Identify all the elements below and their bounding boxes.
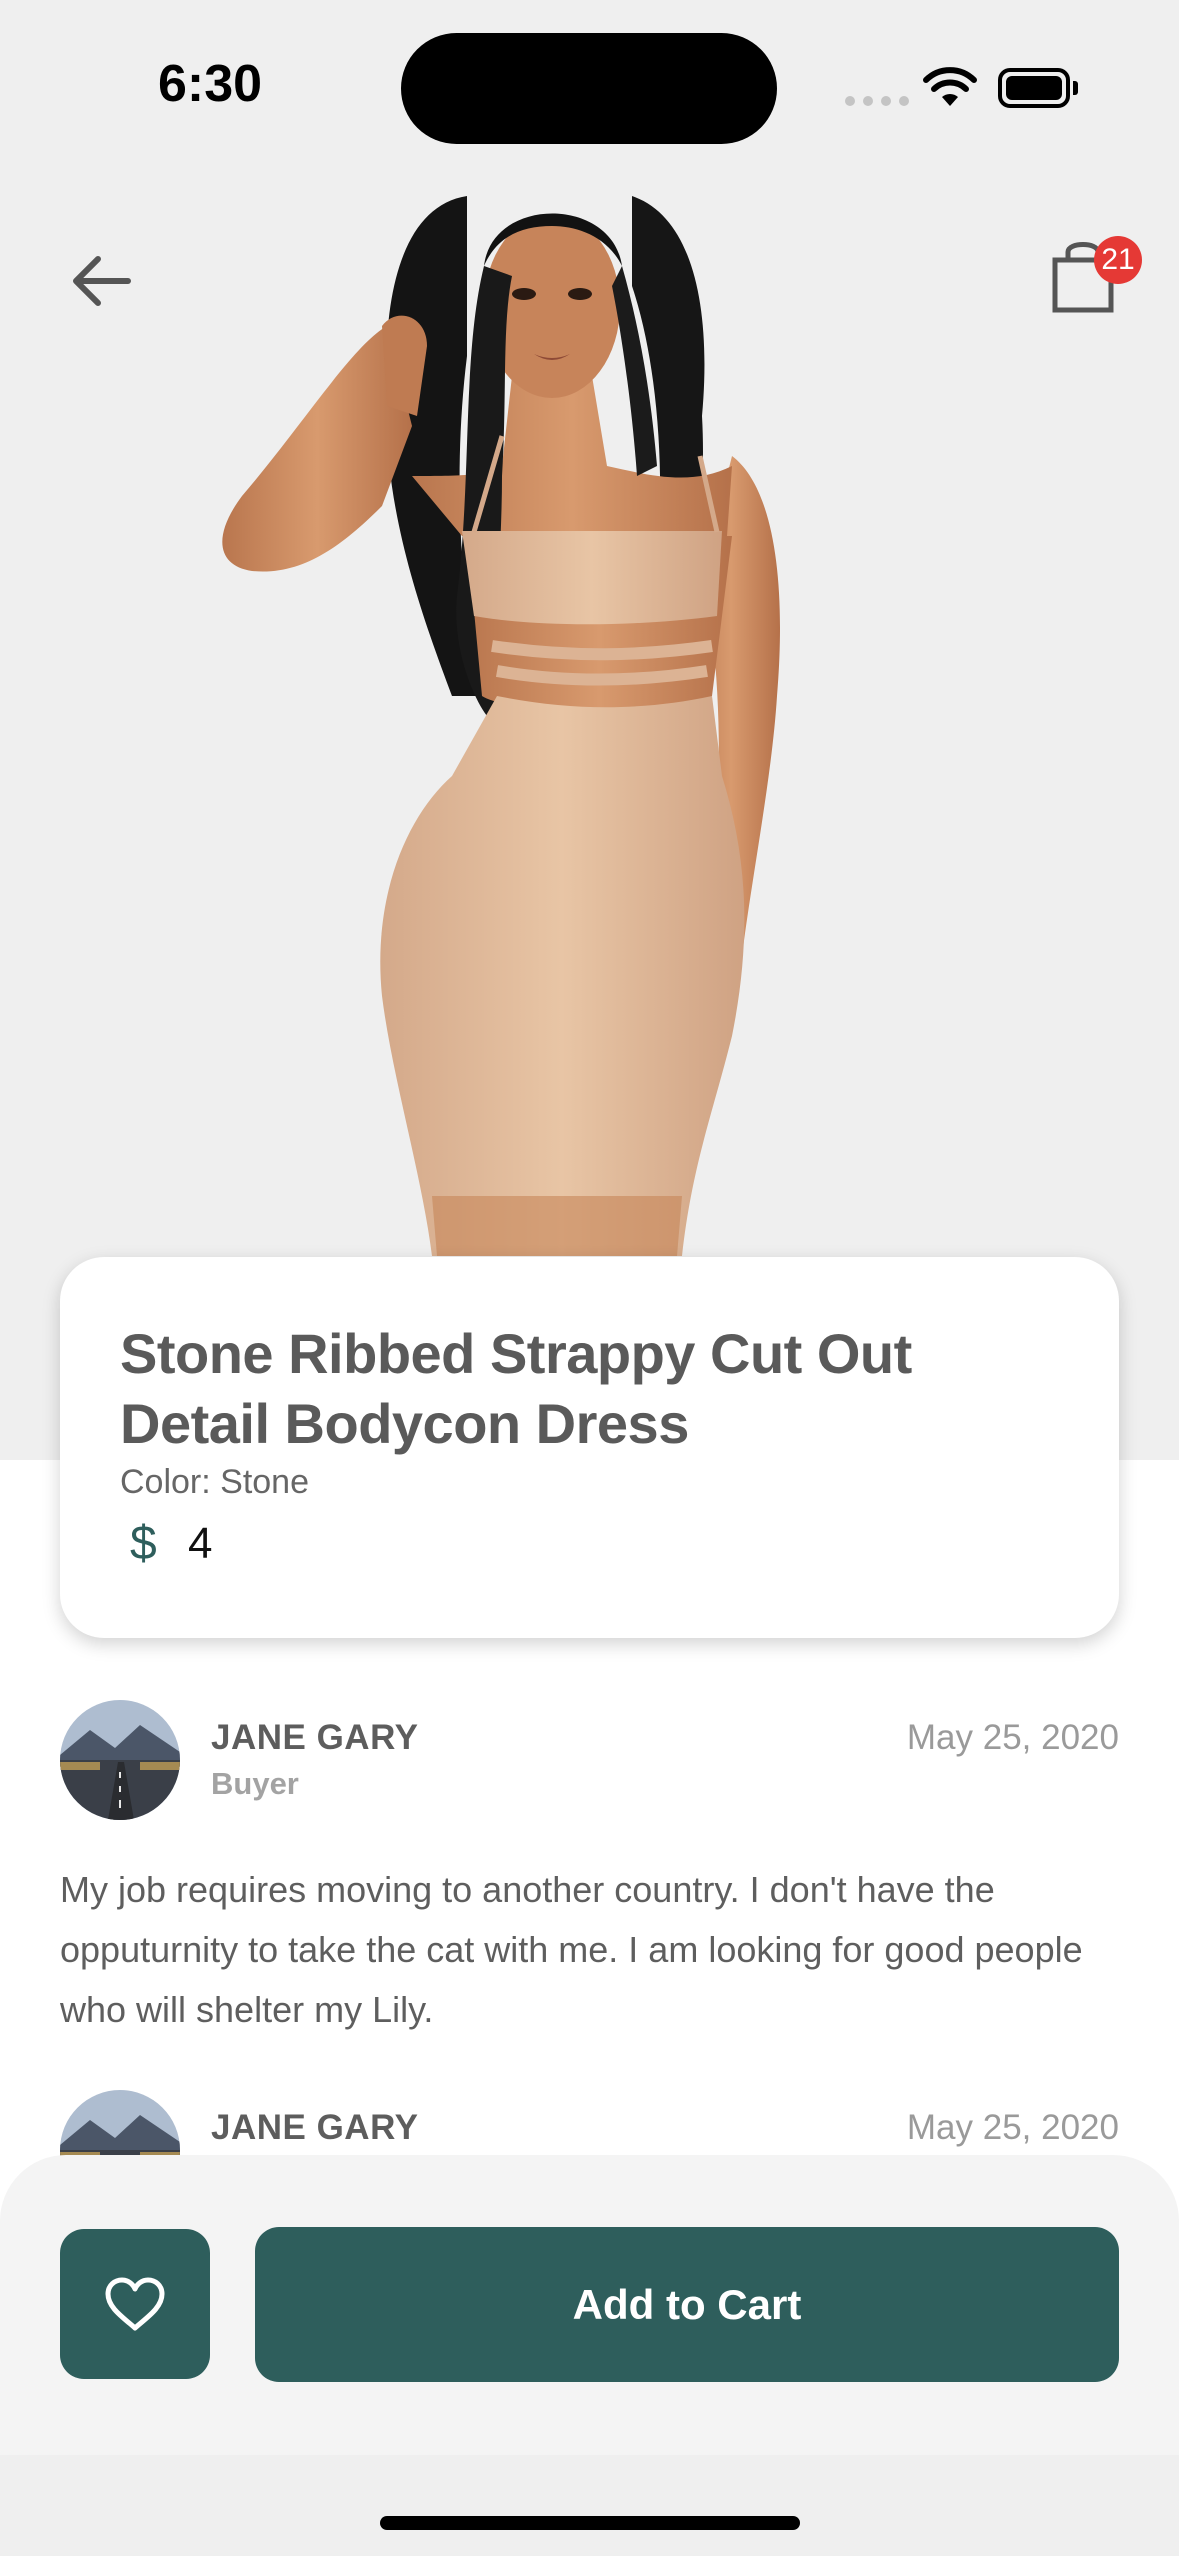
product-info-card: Stone Ribbed Strappy Cut Out Detail Body… — [60, 1257, 1119, 1638]
reviewer-role: Buyer — [211, 1766, 299, 1801]
dynamic-island — [401, 33, 777, 144]
review-item: JANE GARY Buyer May 25, 2020 My job requ… — [60, 1700, 1119, 2120]
back-button[interactable] — [66, 245, 138, 317]
battery-icon — [998, 68, 1078, 108]
price-row: $ 4 — [130, 1516, 1059, 1571]
reviewer-name: JANE GARY — [211, 2108, 419, 2147]
avatar — [60, 1700, 180, 1820]
review-date: May 25, 2020 — [906, 2108, 1119, 2147]
add-to-cart-button[interactable]: Add to Cart — [255, 2227, 1119, 2382]
status-time: 6:30 — [158, 55, 263, 113]
cellular-signal-icon — [845, 96, 909, 106]
status-bar: 6:30 — [0, 0, 1179, 160]
product-image — [222, 196, 780, 1256]
product-price: 4 — [188, 1518, 213, 1568]
product-title: Stone Ribbed Strappy Cut Out Detail Body… — [120, 1322, 912, 1455]
bottom-safe-area — [0, 2455, 1179, 2556]
product-color: Color: Stone — [120, 1463, 309, 1501]
favorite-button[interactable] — [60, 2229, 210, 2379]
wifi-icon — [923, 67, 977, 106]
cart-count-badge: 21 — [1094, 236, 1142, 284]
arrow-left-icon — [73, 256, 131, 306]
product-hero: 21 — [0, 0, 1179, 1460]
review-date: May 25, 2020 — [906, 1718, 1119, 1757]
review-text: My job requires moving to another countr… — [60, 1869, 1083, 2030]
heart-icon — [105, 2277, 165, 2331]
home-indicator[interactable] — [380, 2516, 800, 2530]
dollar-icon: $ — [130, 1517, 157, 1570]
reviewer-name: JANE GARY — [211, 1718, 419, 1757]
